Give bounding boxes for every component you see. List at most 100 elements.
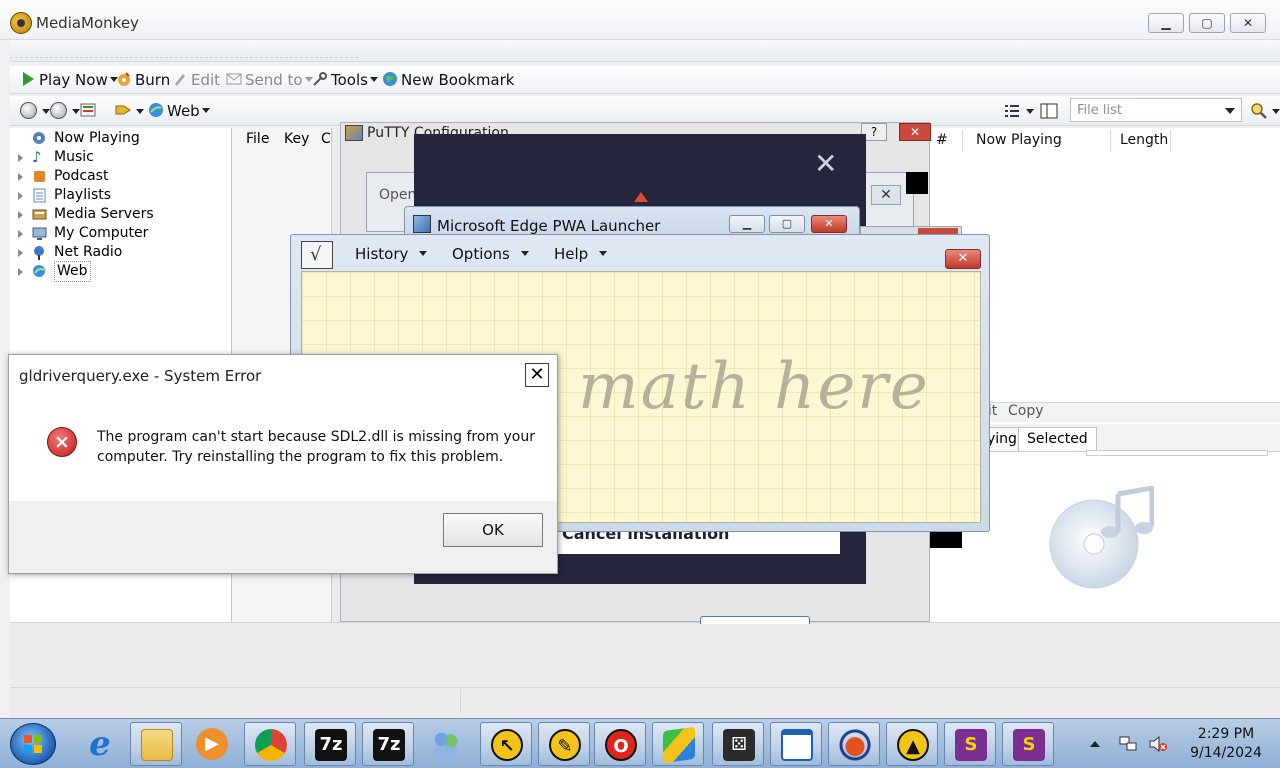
- chevron-down-icon[interactable]: [136, 109, 144, 114]
- menu-label: History: [355, 245, 409, 263]
- chevron-down-icon[interactable]: [201, 108, 210, 113]
- play-now-button[interactable]: Play Now: [20, 70, 118, 90]
- chevron-down-icon[interactable]: [369, 77, 378, 82]
- close-button[interactable]: ✕: [525, 363, 549, 387]
- tools-button[interactable]: Tools: [312, 70, 378, 90]
- maximize-button[interactable]: ▢: [769, 215, 805, 233]
- system-error-dialog[interactable]: gldriverquery.exe - System Error ✕ × The…: [8, 354, 558, 574]
- close-button[interactable]: ✕: [871, 185, 901, 205]
- new-bookmark-button[interactable]: New Bookmark: [382, 70, 514, 90]
- taskbar-button-dice[interactable]: ⚄: [712, 722, 764, 766]
- taskbar-button-chrome[interactable]: [244, 722, 296, 766]
- send-to-button[interactable]: Send to: [226, 70, 313, 90]
- taskbar-button-7zip-2[interactable]: 7z: [362, 722, 414, 766]
- maximize-button[interactable]: ▢: [1189, 13, 1225, 33]
- back-button[interactable]: [20, 102, 37, 119]
- chevron-down-icon[interactable]: [42, 109, 50, 114]
- chevron-down-icon[interactable]: [1026, 109, 1034, 114]
- menu-c[interactable]: C: [321, 131, 331, 147]
- expand-arrow-icon[interactable]: [18, 154, 23, 162]
- menu-file[interactable]: File: [246, 131, 269, 147]
- columns-view-icon[interactable]: [1040, 103, 1058, 119]
- taskbar-button-bluestacks[interactable]: [652, 722, 704, 766]
- volume-muted-icon[interactable]: [1148, 735, 1168, 753]
- list-view-icon[interactable]: [1004, 103, 1020, 119]
- chevron-down-icon[interactable]: [1225, 108, 1235, 114]
- tree-item-web[interactable]: Web: [10, 261, 230, 282]
- toolbar-grip[interactable]: [10, 44, 358, 58]
- menu-options[interactable]: Options: [452, 245, 529, 263]
- column-separator[interactable]: [1170, 130, 1171, 152]
- minimize-button[interactable]: ▁: [1148, 13, 1184, 33]
- close-icon[interactable]: ✕: [814, 150, 837, 178]
- tree-item-media-servers[interactable]: Media Servers: [10, 205, 230, 224]
- taskbar-button-ie[interactable]: e: [74, 722, 126, 766]
- copy-menu[interactable]: Copy: [1008, 403, 1044, 419]
- menu-help[interactable]: Help: [554, 245, 607, 263]
- column-now-playing[interactable]: Now Playing: [976, 132, 1062, 148]
- tree-item-my-computer[interactable]: My Computer: [10, 224, 230, 243]
- tree-item-podcast[interactable]: Podcast: [10, 167, 230, 186]
- expand-arrow-icon[interactable]: [18, 230, 23, 238]
- taskbar-button-file-explorer[interactable]: [130, 722, 182, 766]
- close-button[interactable]: ✕: [945, 249, 981, 269]
- tree-item-net-radio[interactable]: Net Radio: [10, 243, 230, 262]
- chevron-down-icon[interactable]: [72, 109, 80, 114]
- tree-item-label: Podcast: [54, 168, 109, 184]
- tree-item-now-playing[interactable]: Now Playing: [10, 129, 230, 148]
- forward-button[interactable]: [50, 102, 67, 119]
- edit-button[interactable]: Edit: [172, 70, 220, 90]
- close-button[interactable]: ✕: [899, 123, 931, 141]
- clock-date: 9/14/2024: [1190, 745, 1262, 761]
- system-clock[interactable]: 2:29 PM 9/14/2024: [1186, 725, 1266, 763]
- expand-arrow-icon[interactable]: [18, 268, 23, 276]
- expand-arrow-icon[interactable]: [18, 173, 23, 181]
- cursor-tool-icon: ↖: [491, 729, 523, 761]
- column-separator[interactable]: [962, 130, 963, 152]
- taskbar-button-pencil-tool[interactable]: ✎: [538, 722, 590, 766]
- menu-history[interactable]: History: [355, 245, 428, 263]
- auto-dj-icon[interactable]: [114, 102, 132, 118]
- web-button[interactable]: Web: [148, 101, 210, 121]
- column-separator[interactable]: [1110, 130, 1111, 152]
- menu-key[interactable]: Key: [284, 131, 309, 147]
- expand-arrow-icon[interactable]: [18, 192, 23, 200]
- library-icon[interactable]: [80, 102, 96, 118]
- tab-selected[interactable]: Selected: [1018, 427, 1097, 451]
- taskbar-button-s-app-2[interactable]: S: [1002, 722, 1054, 766]
- show-hidden-icons-icon[interactable]: [1090, 741, 1100, 747]
- mediamonkey-logo-icon: [10, 12, 32, 34]
- taskbar-button-7zip[interactable]: 7z: [304, 722, 356, 766]
- taskbar-button-window[interactable]: [770, 722, 822, 766]
- column-length[interactable]: Length: [1120, 132, 1168, 148]
- ok-button[interactable]: OK: [443, 513, 543, 547]
- window-title: MediaMonkey: [36, 14, 139, 32]
- taskbar-button-opera[interactable]: O: [594, 722, 646, 766]
- close-button[interactable]: ✕: [811, 215, 847, 233]
- start-button[interactable]: [10, 723, 56, 765]
- expand-arrow-icon[interactable]: [18, 249, 23, 257]
- minimize-button[interactable]: ▁: [729, 215, 765, 233]
- network-icon[interactable]: [1118, 735, 1138, 753]
- taskbar-button-media-player[interactable]: ▶: [186, 722, 238, 766]
- web-label: Web: [167, 102, 200, 120]
- expand-arrow-icon[interactable]: [18, 211, 23, 219]
- globe-icon: [33, 265, 45, 277]
- file-list-combo[interactable]: File list: [1070, 98, 1242, 122]
- audacity-icon: [839, 729, 871, 761]
- chevron-down-icon[interactable]: [1272, 109, 1280, 114]
- taskbar-button-users[interactable]: [420, 722, 472, 766]
- taskbar-button-audacity[interactable]: [828, 722, 880, 766]
- search-icon[interactable]: [1250, 102, 1268, 120]
- tree-item-playlists[interactable]: Playlists: [10, 186, 230, 205]
- taskbar-button-s-app[interactable]: S: [944, 722, 996, 766]
- burn-button[interactable]: Burn: [116, 70, 170, 90]
- dialog-title: gldriverquery.exe - System Error: [19, 367, 262, 385]
- tree-item-label: Playlists: [54, 187, 112, 203]
- taskbar-button-vlc-like[interactable]: ▲: [886, 722, 938, 766]
- taskbar-button-cursor-tool[interactable]: ↖: [480, 722, 532, 766]
- column-number[interactable]: #: [936, 132, 948, 148]
- tree-item-music[interactable]: ♪ Music: [10, 148, 230, 167]
- close-button[interactable]: ✕: [1230, 13, 1266, 33]
- globe-icon: [149, 103, 163, 117]
